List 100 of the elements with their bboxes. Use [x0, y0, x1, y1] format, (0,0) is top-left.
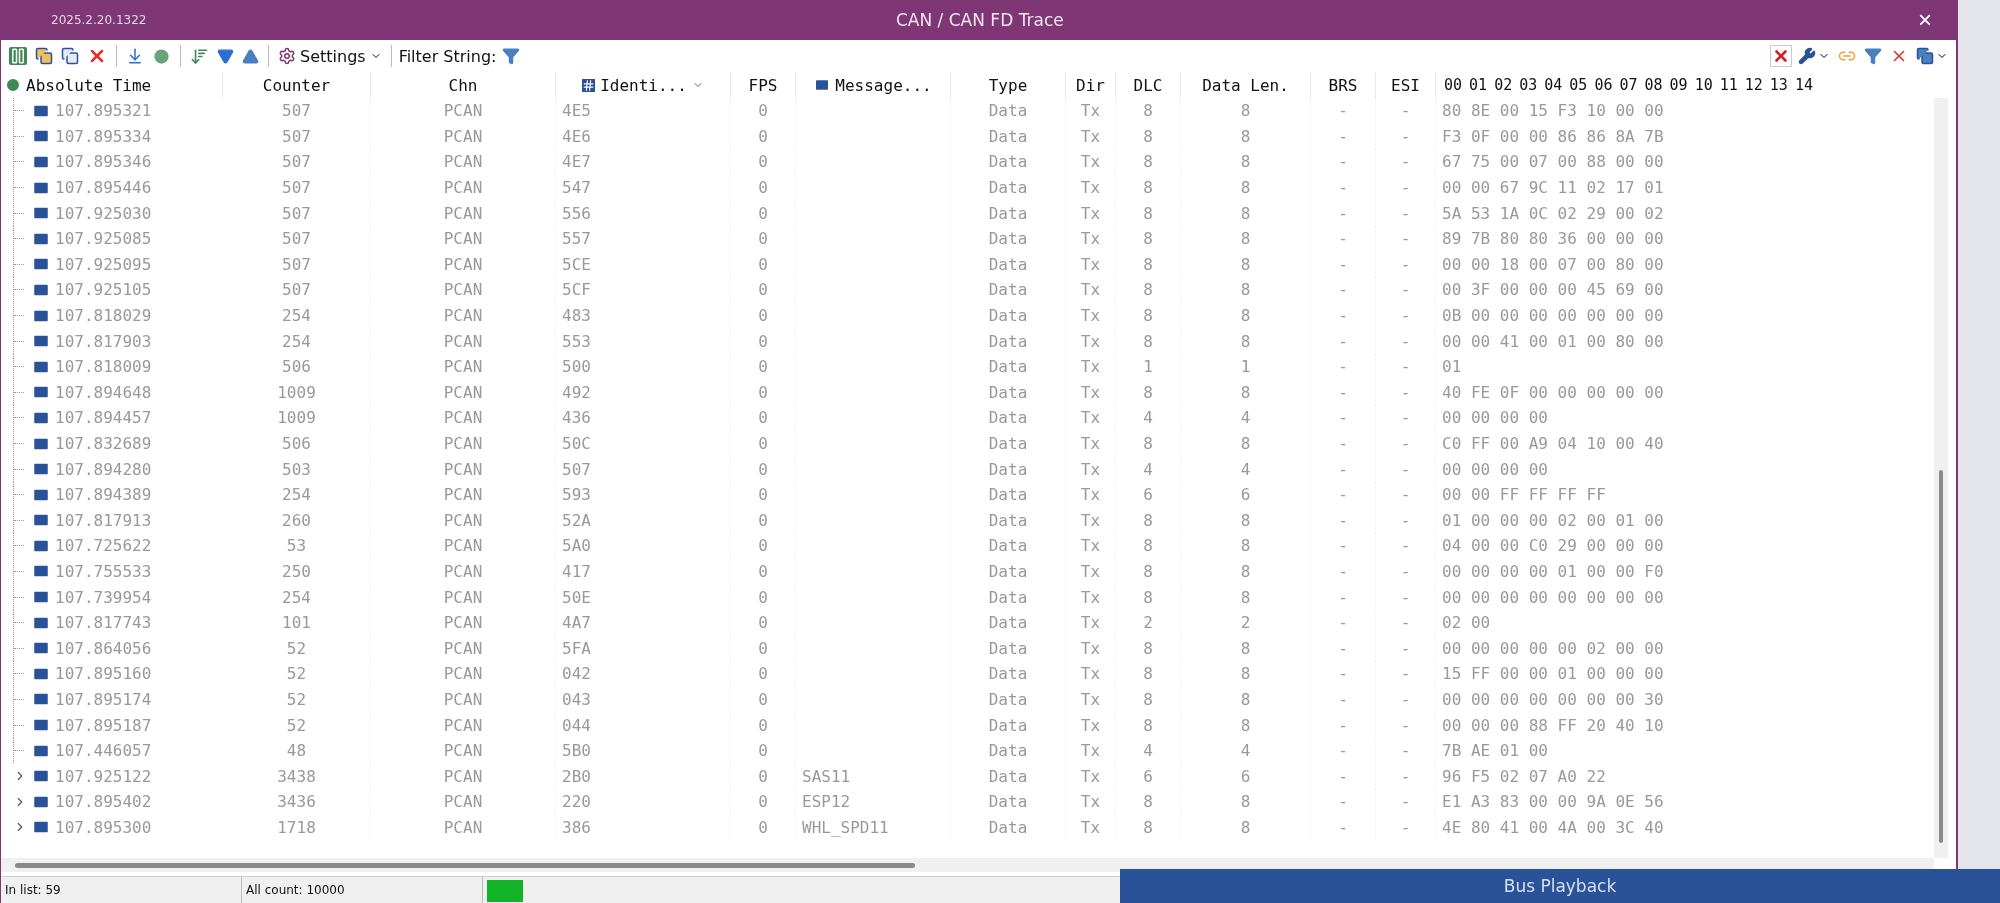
- table-cell: PCAN: [443, 562, 483, 581]
- close-filter-button[interactable]: [1770, 45, 1792, 67]
- table-cell: 107.832689: [55, 434, 152, 453]
- table-cell: -: [1400, 101, 1411, 121]
- table-cell: -: [1338, 306, 1348, 326]
- table-cell: 8: [1143, 331, 1153, 351]
- table-cell: -: [1338, 689, 1348, 709]
- table-cell: 8: [1240, 817, 1251, 837]
- table-cell: 507: [282, 152, 311, 172]
- column-header[interactable]: DLC: [1116, 72, 1181, 98]
- table-cell: -: [1400, 485, 1411, 505]
- table-cell: PCAN: [443, 254, 483, 274]
- table-cell: 107.895300: [55, 817, 152, 837]
- table-cell: 8: [1240, 178, 1251, 198]
- table-cell: 107.818009: [55, 357, 152, 377]
- column-header[interactable]: FPS: [731, 72, 796, 98]
- filter-label: Filter String:: [398, 46, 497, 66]
- table-cell: -: [1338, 408, 1348, 428]
- table-cell: 00 00 41 00 01 00 80 00: [1442, 331, 1664, 351]
- table-cell: 15 FF 00 00 01 00 00 00: [1442, 664, 1664, 684]
- column-header[interactable]: BRS: [1311, 72, 1376, 98]
- column-header[interactable]: Data Len.: [1181, 72, 1311, 98]
- table-cell: 00 00 00 00 00 02 00 00: [1442, 638, 1664, 658]
- table-cell: Tx: [1080, 459, 1101, 479]
- table-cell: 00 00 00 00 00 00 00 30: [1442, 689, 1664, 709]
- table-cell: 96 F5 02 07 A0 22: [1442, 766, 1606, 786]
- column-header[interactable]: Identi...: [556, 72, 731, 98]
- column-header[interactable]: Counter: [223, 72, 371, 98]
- table-cell: Data: [988, 689, 1028, 709]
- table-cell: 0: [758, 126, 768, 146]
- column-header[interactable]: ESI: [1376, 72, 1436, 98]
- table-cell: -: [1338, 178, 1348, 198]
- table-cell: 00 00 00 00: [1442, 459, 1548, 479]
- table-cell: 0: [758, 229, 768, 249]
- bus-playback-bar[interactable]: Bus Playback: [1120, 869, 2000, 903]
- table-cell: 2: [1240, 613, 1251, 633]
- horizontal-scrollbar[interactable]: [1, 858, 1934, 872]
- table-cell: 101: [282, 613, 311, 633]
- settings-button[interactable]: Settings: [276, 44, 384, 68]
- table-cell: 250: [282, 562, 311, 581]
- table-cell: PCAN: [443, 229, 483, 249]
- byte-column-header: 00: [1444, 76, 1463, 94]
- table-cell: PCAN: [443, 382, 483, 402]
- table-cell: 4: [1240, 459, 1251, 479]
- copy-icon: [35, 47, 53, 65]
- table-cell: -: [1400, 152, 1411, 172]
- table-cell: Data: [988, 613, 1028, 633]
- column-header[interactable]: Message...: [796, 72, 951, 98]
- table-cell: 107.925095: [55, 254, 152, 274]
- column-header[interactable]: Absolute Time: [1, 72, 223, 98]
- table-cell: 00 00 00 00 00 00 00 00: [1442, 587, 1664, 607]
- table-cell: -: [1400, 229, 1411, 249]
- column-header[interactable]: Chn: [371, 72, 556, 98]
- table-cell: PCAN: [443, 178, 483, 198]
- table-cell: 507: [282, 229, 311, 249]
- table-cell: -: [1400, 126, 1411, 146]
- table-cell: 507: [562, 459, 591, 479]
- copy-csv-button[interactable]: [59, 45, 81, 67]
- table-cell: PCAN: [443, 689, 483, 709]
- table-cell: 4: [1143, 741, 1153, 761]
- table-cell: 107.894648: [55, 382, 152, 402]
- table-cell: 507: [282, 203, 311, 223]
- vertical-scrollbar[interactable]: [1934, 98, 1948, 858]
- pause-button[interactable]: [7, 45, 29, 67]
- pause-icon: [9, 47, 27, 65]
- table-cell: Tx: [1080, 792, 1101, 812]
- table-cell: Tx: [1080, 408, 1101, 428]
- table-cell: 553: [562, 331, 591, 351]
- column-header[interactable]: Dir: [1066, 72, 1116, 98]
- close-button[interactable]: ×: [1914, 6, 1936, 34]
- table-cell: 0: [758, 562, 768, 581]
- table-cell: 506: [282, 434, 311, 453]
- table-cell: 8: [1143, 792, 1153, 812]
- table-cell: 0: [758, 587, 768, 607]
- byte-column-header: 10: [1694, 76, 1713, 94]
- table-cell: -: [1400, 689, 1411, 709]
- table-cell: Tx: [1080, 587, 1101, 607]
- table-cell: -: [1400, 510, 1411, 530]
- table-cell: 107.817913: [55, 510, 152, 530]
- table-cell: 0: [758, 817, 768, 837]
- table-cell: -: [1400, 562, 1411, 581]
- table-cell: PCAN: [443, 459, 483, 479]
- byte-column-header: 06: [1594, 76, 1613, 94]
- table-cell: 0: [758, 664, 768, 684]
- table-cell: PCAN: [443, 357, 483, 377]
- table-cell: PCAN: [443, 638, 483, 658]
- table-cell: Tx: [1080, 434, 1101, 453]
- copy-button[interactable]: [33, 45, 55, 67]
- table-cell: -: [1400, 613, 1411, 633]
- table-cell: 00 00 00 00 01 00 00 F0: [1442, 562, 1664, 581]
- table-cell: 8: [1240, 434, 1251, 453]
- all-count: All count: 10000: [242, 877, 483, 903]
- table-cell: -: [1400, 715, 1411, 735]
- table-cell: Data: [988, 510, 1028, 530]
- table-cell: 00 00 00 00: [1442, 408, 1548, 428]
- table-cell: Tx: [1080, 357, 1101, 377]
- table-cell: -: [1338, 562, 1348, 581]
- table-cell: 5CE: [562, 254, 591, 274]
- table-cell: PCAN: [443, 817, 483, 837]
- column-header[interactable]: Type: [951, 72, 1066, 98]
